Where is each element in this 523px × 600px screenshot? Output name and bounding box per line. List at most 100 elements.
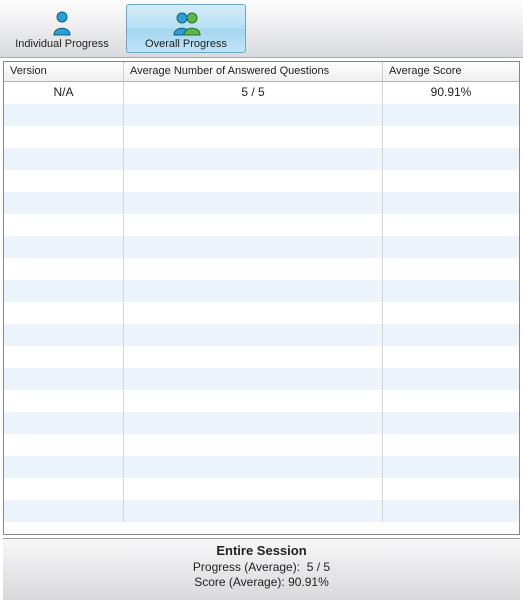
cell-avg-answered (124, 258, 383, 280)
cell-version (4, 280, 124, 302)
cell-avg-score (383, 104, 519, 126)
cell-avg-score: 90.91% (383, 82, 519, 104)
footer-score-label: Score (Average): (194, 575, 285, 589)
cell-version (4, 192, 124, 214)
cell-avg-answered (124, 346, 383, 368)
cell-version (4, 368, 124, 390)
cell-avg-answered (124, 456, 383, 478)
tab-overall-progress[interactable]: Overall Progress (126, 4, 246, 53)
cell-avg-score (383, 126, 519, 148)
cell-version (4, 478, 124, 500)
table-row[interactable] (4, 478, 519, 500)
cell-version (4, 104, 124, 126)
cell-avg-answered (124, 434, 383, 456)
cell-avg-answered (124, 148, 383, 170)
tab-overall-label: Overall Progress (145, 38, 227, 50)
footer-progress-value: 5 / 5 (307, 560, 330, 574)
cell-avg-score (383, 324, 519, 346)
table-row[interactable] (4, 170, 519, 192)
cell-avg-answered (124, 126, 383, 148)
table-row[interactable] (4, 500, 519, 522)
cell-avg-score (383, 258, 519, 280)
table-row[interactable] (4, 412, 519, 434)
cell-version (4, 258, 124, 280)
table-row[interactable] (4, 192, 519, 214)
cell-avg-answered (124, 104, 383, 126)
cell-avg-score (383, 280, 519, 302)
cell-version (4, 170, 124, 192)
cell-version (4, 324, 124, 346)
table-row[interactable] (4, 236, 519, 258)
table-row[interactable] (4, 302, 519, 324)
cell-version (4, 434, 124, 456)
cell-avg-answered (124, 324, 383, 346)
cell-version (4, 412, 124, 434)
cell-version (4, 214, 124, 236)
cell-avg-answered (124, 302, 383, 324)
people-icon (171, 8, 201, 36)
cell-avg-answered (124, 236, 383, 258)
tab-individual-progress[interactable]: Individual Progress (2, 4, 122, 53)
cell-avg-score (383, 214, 519, 236)
cell-avg-answered (124, 192, 383, 214)
cell-avg-answered (124, 478, 383, 500)
cell-avg-answered (124, 412, 383, 434)
cell-version (4, 126, 124, 148)
cell-version (4, 346, 124, 368)
cell-version (4, 456, 124, 478)
cell-avg-score (383, 170, 519, 192)
cell-version (4, 302, 124, 324)
cell-avg-score (383, 500, 519, 522)
table-row[interactable]: N/A5 / 590.91% (4, 82, 519, 104)
cell-avg-score (383, 390, 519, 412)
toolbar: Individual Progress Overall Progress (0, 0, 523, 58)
cell-version: N/A (4, 82, 124, 104)
cell-version (4, 148, 124, 170)
summary-footer: Entire Session Progress (Average): 5 / 5… (3, 538, 520, 600)
table-row[interactable] (4, 346, 519, 368)
cell-avg-answered (124, 280, 383, 302)
footer-progress-line: Progress (Average): 5 / 5 (3, 560, 520, 574)
cell-avg-answered: 5 / 5 (124, 82, 383, 104)
table-row[interactable] (4, 434, 519, 456)
cell-version (4, 500, 124, 522)
table-row[interactable] (4, 148, 519, 170)
table-row[interactable] (4, 280, 519, 302)
table-row[interactable] (4, 456, 519, 478)
table-body: N/A5 / 590.91% (4, 82, 519, 534)
footer-score-value: 90.91% (288, 575, 329, 589)
cell-avg-score (383, 412, 519, 434)
cell-avg-score (383, 434, 519, 456)
table-header: Version Average Number of Answered Quest… (4, 62, 519, 82)
cell-avg-score (383, 368, 519, 390)
tab-individual-label: Individual Progress (15, 38, 109, 50)
cell-avg-answered (124, 214, 383, 236)
progress-table: Version Average Number of Answered Quest… (3, 61, 520, 535)
cell-avg-score (383, 346, 519, 368)
table-row[interactable] (4, 104, 519, 126)
cell-avg-score (383, 478, 519, 500)
cell-avg-score (383, 302, 519, 324)
table-row[interactable] (4, 258, 519, 280)
table-row[interactable] (4, 390, 519, 412)
person-icon (51, 8, 73, 36)
cell-avg-answered (124, 390, 383, 412)
table-row[interactable] (4, 324, 519, 346)
col-header-version[interactable]: Version (4, 62, 124, 81)
cell-avg-answered (124, 170, 383, 192)
cell-avg-score (383, 236, 519, 258)
cell-version (4, 236, 124, 258)
footer-progress-label: Progress (Average): (193, 560, 300, 574)
cell-avg-answered (124, 368, 383, 390)
col-header-avg-answered[interactable]: Average Number of Answered Questions (124, 62, 383, 81)
table-row[interactable] (4, 368, 519, 390)
cell-avg-score (383, 456, 519, 478)
footer-score-line: Score (Average): 90.91% (3, 575, 520, 589)
footer-title: Entire Session (3, 543, 520, 558)
cell-version (4, 390, 124, 412)
cell-avg-score (383, 192, 519, 214)
cell-avg-score (383, 148, 519, 170)
table-row[interactable] (4, 214, 519, 236)
table-row[interactable] (4, 126, 519, 148)
col-header-avg-score[interactable]: Average Score (383, 62, 519, 81)
